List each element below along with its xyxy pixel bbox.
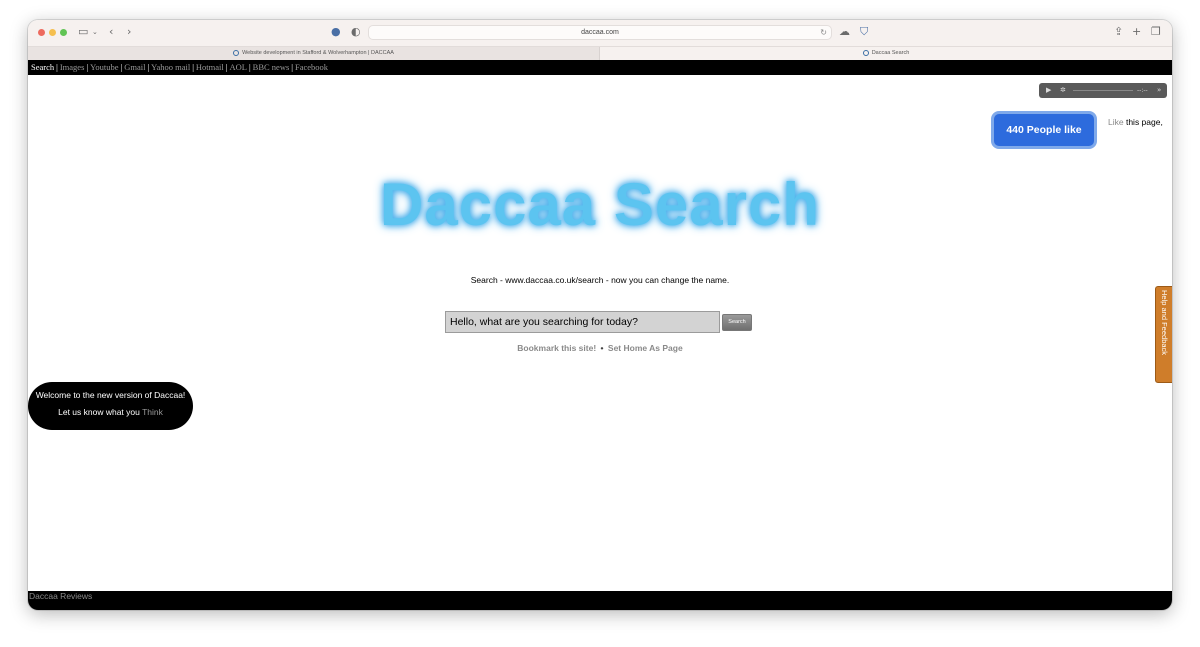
nav-separator: | [192, 62, 194, 72]
nav-link-gmail[interactable]: Gmail [124, 62, 145, 72]
welcome-bubble: Welcome to the new version of Daccaa! Le… [28, 382, 193, 430]
audio-player: ▶ ✲ --:-- » [1039, 83, 1167, 98]
tab-label: Website development in Stafford & Wolver… [242, 50, 394, 56]
nav-link-images[interactable]: Images [60, 62, 85, 72]
forward-icon[interactable]: › [127, 25, 131, 39]
play-icon[interactable]: ▶ [1046, 83, 1051, 98]
reload-icon[interactable]: ↻ [820, 26, 827, 39]
password-extension-icon[interactable]: ⛉ [860, 25, 868, 39]
new-tab-icon[interactable]: + [1132, 25, 1141, 39]
welcome-line-2: Let us know what you Think [28, 407, 193, 417]
nav-separator: | [291, 62, 293, 72]
nav-link-yahoo-mail[interactable]: Yahoo mail [151, 62, 190, 72]
nav-separator: | [248, 62, 251, 72]
sidebar-toggle-icon[interactable]: ▭ [78, 25, 88, 39]
nav-link-facebook[interactable]: Facebook [295, 62, 328, 72]
favicon-icon [862, 49, 869, 56]
extension-icon[interactable]: ● [331, 25, 341, 39]
top-nav-bar: Search | Images | Youtube | Gmail | Yahoo mail | H… [28, 60, 1172, 75]
zoom-window-button[interactable] [60, 29, 67, 36]
audio-time: --:-- [1137, 87, 1148, 94]
privacy-shield-icon[interactable]: ◐ [351, 25, 361, 39]
footer-bar: Daccaa Reviews [28, 591, 1172, 610]
close-window-button[interactable] [38, 29, 45, 36]
share-icon[interactable]: ⇪ [1114, 25, 1123, 39]
favicon-icon [233, 49, 240, 56]
like-suffix: this page, [1125, 117, 1163, 127]
nav-link-bbc-news[interactable]: BBC news [253, 62, 290, 72]
help-feedback-label: Help and Feedback [1160, 290, 1169, 356]
tab-daccaa-search[interactable]: Daccaa Search [600, 47, 1172, 60]
bookmark-separator: • [600, 343, 604, 353]
audio-progress-track[interactable] [1073, 90, 1133, 91]
volume-icon[interactable]: ✲ [1060, 83, 1066, 98]
chevron-down-icon[interactable]: ⌄ [92, 25, 98, 39]
welcome-prefix: Let us know what you [58, 407, 140, 417]
nav-link-youtube[interactable]: Youtube [90, 62, 118, 72]
help-feedback-tab[interactable]: Help and Feedback [1155, 286, 1172, 383]
nav-separator: | [147, 62, 150, 72]
nav-link-hotmail[interactable]: Hotmail [196, 62, 224, 72]
like-count-button[interactable]: 440 People like this! [991, 111, 1097, 168]
welcome-line-1: Welcome to the new version of Daccaa! [35, 390, 186, 400]
like-link[interactable]: Like [1108, 117, 1124, 127]
daccaa-reviews-link[interactable]: Daccaa Reviews [29, 591, 92, 601]
nav-separator: | [225, 62, 228, 72]
nav-link-search[interactable]: Search [31, 62, 54, 72]
nav-separator: | [120, 62, 123, 72]
browser-toolbar: ▭ ⌄ ‹ › ● ◐ daccaa.com ↻ ☁ ⛉ ⇪ + ❐ [28, 20, 1172, 46]
like-text: Like this page, [1108, 117, 1163, 127]
nav-separator: | [56, 62, 58, 72]
tab-label: Daccaa Search [871, 50, 910, 56]
site-logo: Daccaa Search [380, 171, 820, 238]
minimize-window-button[interactable] [49, 29, 56, 36]
tab-overview-icon[interactable]: ❐ [1151, 25, 1161, 39]
nav-link-aol[interactable]: AOL [229, 62, 246, 72]
address-bar[interactable]: daccaa.com ↻ [368, 25, 832, 40]
think-link[interactable]: Think [142, 407, 163, 417]
search-input[interactable]: Hello, what are you searching for today? [445, 311, 720, 333]
tagline: Search - www.daccaa.co.uk/search - now y… [470, 275, 730, 285]
nav-separator: | [86, 62, 89, 72]
icloud-icon[interactable]: ☁ [839, 25, 850, 39]
url-text: daccaa.com [581, 29, 619, 36]
bookmark-links: Bookmark this site! • Set Home As Page [28, 343, 1172, 353]
search-button[interactable]: Search [722, 314, 752, 331]
tab-website-development[interactable]: Website development in Stafford & Wolver… [28, 47, 600, 60]
set-home-link[interactable]: Set Home As Page [608, 343, 683, 353]
back-icon[interactable]: ‹ [109, 25, 113, 39]
tab-bar: Website development in Stafford & Wolver… [28, 46, 1172, 60]
fast-forward-icon[interactable]: » [1157, 83, 1161, 98]
browser-window: ▭ ⌄ ‹ › ● ◐ daccaa.com ↻ ☁ ⛉ ⇪ + ❐ Websi… [28, 20, 1172, 610]
bookmark-site-link[interactable]: Bookmark this site! [517, 343, 596, 353]
